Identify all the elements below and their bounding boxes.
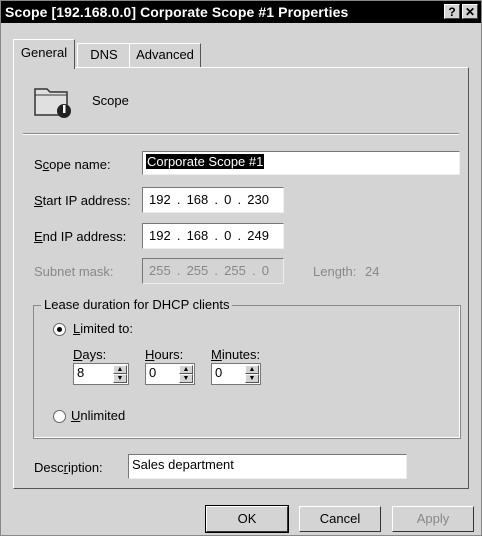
minutes-label: Minutes: (211, 347, 261, 362)
days-value: 8 (77, 365, 85, 380)
window-title: Scope [192.168.0.0] Corporate Scope #1 P… (5, 4, 349, 20)
hours-spinner[interactable]: 0 ▲ ▼ (145, 363, 195, 385)
end-ip-label: End IP address: (34, 229, 127, 244)
days-up-arrow-icon[interactable]: ▲ (113, 365, 127, 374)
minutes-up-arrow-icon[interactable]: ▲ (245, 365, 259, 374)
start-ip-input[interactable]: 192. 168. 0. 230 (142, 187, 284, 213)
subnet-mask-input: 255. 255. 255. 0 (142, 258, 284, 284)
unlimited-label[interactable]: Unlimited (71, 408, 125, 423)
tab-dns[interactable]: DNS (77, 43, 131, 67)
minutes-down-arrow-icon[interactable]: ▼ (245, 374, 259, 383)
apply-button[interactable]: Apply (392, 506, 474, 532)
subnet-octet-2: 255 (186, 263, 209, 278)
length-label: Length: (313, 264, 357, 279)
scope-name-input[interactable]: Corporate Scope #1 (142, 151, 460, 175)
start-ip-octet-2: 168 (186, 192, 209, 207)
subnet-octet-1: 255 (149, 263, 171, 278)
hours-value: 0 (149, 365, 157, 380)
scope-folder-icon (34, 88, 71, 118)
scope-name-label: Scope name: (34, 157, 111, 172)
close-button[interactable]: ✕ (462, 4, 478, 19)
start-ip-octet-1: 192 (149, 192, 171, 207)
end-ip-octet-1: 192 (149, 228, 171, 243)
tab-general[interactable]: General (13, 39, 75, 69)
subnet-octet-3: 255 (224, 263, 246, 278)
minutes-spinner[interactable]: 0 ▲ ▼ (211, 363, 261, 385)
scope-properties-dialog: Scope [192.168.0.0] Corporate Scope #1 P… (0, 0, 482, 536)
start-ip-label: Start IP address: (34, 193, 131, 208)
end-ip-octet-4: 249 (247, 228, 269, 243)
tab-advanced[interactable]: Advanced (129, 43, 201, 67)
hours-down-arrow-icon[interactable]: ▼ (179, 374, 193, 383)
days-spinner[interactable]: 8 ▲ ▼ (73, 363, 129, 385)
length-value: 24 (365, 264, 380, 279)
lease-duration-group-label: Lease duration for DHCP clients (41, 297, 233, 312)
start-ip-octet-3: 0 (224, 192, 232, 207)
ok-button[interactable]: OK (205, 505, 289, 533)
days-down-arrow-icon[interactable]: ▼ (113, 374, 127, 383)
subnet-octet-4: 0 (261, 263, 269, 278)
help-button[interactable]: ? (444, 4, 460, 19)
scope-header-label: Scope (92, 93, 129, 108)
cancel-button[interactable]: Cancel (299, 506, 381, 532)
end-ip-octet-2: 168 (186, 228, 209, 243)
unlimited-radio[interactable] (53, 410, 66, 423)
end-ip-input[interactable]: 192. 168. 0. 249 (142, 223, 284, 249)
description-input[interactable]: Sales department (128, 454, 407, 479)
limited-radio[interactable] (53, 323, 66, 336)
hours-label: Hours: (145, 347, 184, 362)
description-label: Description: (34, 460, 103, 475)
title-bar[interactable]: Scope [192.168.0.0] Corporate Scope #1 P… (1, 1, 481, 23)
header-divider (23, 133, 459, 135)
end-ip-octet-3: 0 (224, 228, 232, 243)
limited-label[interactable]: Limited to: (73, 321, 133, 336)
start-ip-octet-4: 230 (247, 192, 269, 207)
minutes-value: 0 (215, 365, 223, 380)
hours-up-arrow-icon[interactable]: ▲ (179, 365, 193, 374)
days-label: Days: (73, 347, 107, 362)
subnet-mask-label: Subnet mask: (34, 264, 114, 279)
